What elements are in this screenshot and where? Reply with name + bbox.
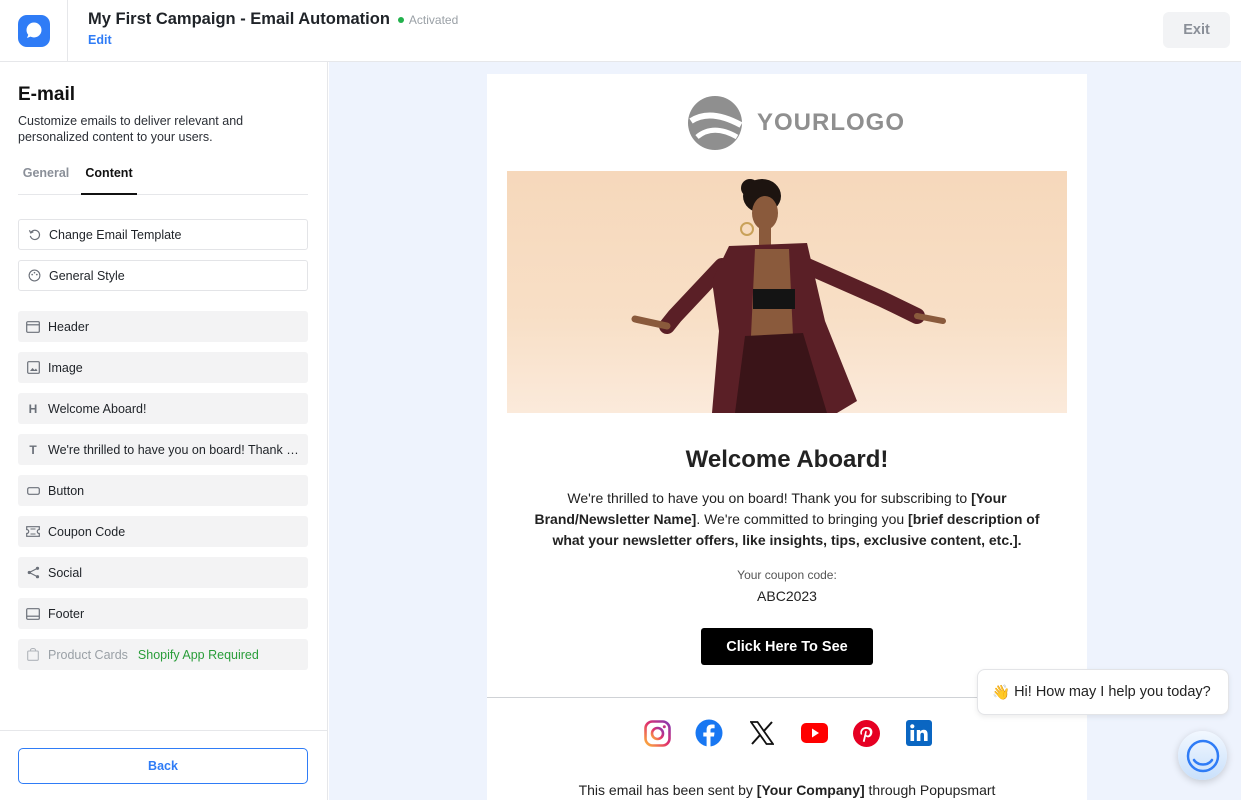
footer-company-placeholder: [Your Company] bbox=[756, 782, 865, 798]
email-settings-panel: E-mail Customize emails to deliver relev… bbox=[0, 62, 328, 800]
block-social-label: Social bbox=[48, 565, 83, 580]
block-header-label: Header bbox=[48, 319, 89, 334]
panel-description: Customize emails to deliver relevant and… bbox=[18, 114, 244, 144]
block-social[interactable]: Social bbox=[18, 557, 308, 588]
panel-tabs: General Content bbox=[18, 160, 308, 195]
campaign-title-area: My First Campaign - Email Automation Act… bbox=[88, 10, 458, 49]
coupon-icon bbox=[18, 526, 48, 537]
shopping-bag-icon bbox=[18, 648, 48, 661]
linkedin-icon[interactable] bbox=[905, 719, 933, 747]
block-header[interactable]: Header bbox=[18, 311, 308, 342]
block-product-cards-label: Product Cards Shopify App Required bbox=[48, 648, 300, 662]
block-heading[interactable]: H Welcome Aboard! bbox=[18, 393, 308, 424]
footer-text-part: through Popupsmart bbox=[864, 782, 996, 798]
status-dot-icon bbox=[397, 16, 404, 23]
shopify-required-badge: Shopify App Required bbox=[137, 647, 259, 662]
email-heading: Welcome Aboard! bbox=[685, 446, 889, 473]
footer-text-part: This email has been sent by bbox=[578, 782, 757, 798]
email-logo: YOURLOGO bbox=[687, 95, 905, 151]
refresh-icon bbox=[19, 228, 49, 241]
panel-footer: Back bbox=[0, 730, 328, 800]
social-icons-row bbox=[643, 719, 933, 749]
body-text-part: . We're committed to bringing you bbox=[696, 511, 909, 527]
app-logo-cell bbox=[0, 0, 68, 61]
block-image[interactable]: Image bbox=[18, 352, 308, 383]
brand-logo-icon bbox=[688, 96, 743, 150]
block-heading-label: Welcome Aboard! bbox=[48, 401, 147, 416]
block-text-label: We're thrilled to have you on board! Tha… bbox=[48, 442, 300, 457]
block-footer[interactable]: Footer bbox=[18, 598, 308, 629]
status-badge: Activated bbox=[408, 12, 459, 27]
heading-icon: H bbox=[28, 401, 38, 416]
exit-button[interactable]: Exit bbox=[1163, 12, 1230, 48]
top-bar: My First Campaign - Email Automation Act… bbox=[0, 0, 1241, 62]
chat-launcher-button[interactable] bbox=[1178, 731, 1227, 780]
block-coupon-code-label: Coupon Code bbox=[48, 524, 126, 539]
block-coupon-code[interactable]: Coupon Code bbox=[18, 516, 308, 547]
block-footer-label: Footer bbox=[48, 606, 85, 621]
share-icon bbox=[18, 566, 48, 579]
chat-smile-icon bbox=[1186, 739, 1219, 772]
facebook-icon[interactable] bbox=[695, 719, 723, 747]
palette-icon bbox=[19, 269, 49, 282]
block-product-cards: Product Cards Shopify App Required bbox=[18, 639, 308, 670]
pinterest-icon[interactable] bbox=[853, 719, 881, 747]
app-logo-icon[interactable] bbox=[17, 14, 50, 47]
panel-title: E-mail bbox=[18, 84, 76, 105]
edit-link[interactable]: Edit bbox=[88, 33, 112, 47]
email-footer-text: This email has been sent by [Your Compan… bbox=[487, 782, 1087, 798]
header-layout-icon bbox=[18, 320, 48, 333]
block-image-label: Image bbox=[48, 360, 83, 375]
hero-image bbox=[507, 171, 1067, 413]
change-email-template-button[interactable]: Change Email Template bbox=[18, 219, 308, 250]
instagram-icon[interactable] bbox=[643, 719, 671, 747]
coupon-label: Your coupon code: bbox=[737, 568, 837, 582]
text-icon: T bbox=[29, 442, 37, 457]
chat-greeting-text: Hi! How may I help you today? bbox=[1014, 684, 1211, 700]
tab-content[interactable]: Content bbox=[81, 160, 137, 195]
general-style-label: General Style bbox=[49, 268, 125, 283]
back-button[interactable]: Back bbox=[18, 748, 308, 784]
product-cards-title: Product Cards bbox=[48, 647, 128, 662]
email-body-text: We're thrilled to have you on board! Tha… bbox=[527, 488, 1047, 551]
chat-greeting-bubble[interactable]: 👋 Hi! How may I help you today? bbox=[977, 669, 1229, 715]
block-text[interactable]: T We're thrilled to have you on board! T… bbox=[18, 434, 308, 465]
body-text-part: We're thrilled to have you on board! Tha… bbox=[567, 490, 972, 506]
woman-dancing-photo bbox=[631, 179, 946, 413]
footer-layout-icon bbox=[18, 607, 48, 620]
block-button-label: Button bbox=[48, 483, 85, 498]
tab-general[interactable]: General bbox=[18, 160, 74, 194]
waving-hand-icon: 👋 bbox=[992, 684, 1011, 701]
x-icon[interactable] bbox=[748, 719, 776, 747]
youtube-icon[interactable] bbox=[800, 719, 828, 747]
general-style-button[interactable]: General Style bbox=[18, 260, 308, 291]
block-button[interactable]: Button bbox=[18, 475, 308, 506]
button-icon bbox=[18, 486, 48, 495]
image-icon bbox=[18, 361, 48, 374]
coupon-code: ABC2023 bbox=[757, 588, 817, 604]
change-email-template-label: Change Email Template bbox=[49, 227, 182, 242]
email-logo-text: YOURLOGO bbox=[757, 109, 906, 136]
campaign-title: My First Campaign - Email Automation bbox=[88, 10, 390, 28]
cta-button[interactable]: Click Here To See bbox=[701, 628, 873, 665]
